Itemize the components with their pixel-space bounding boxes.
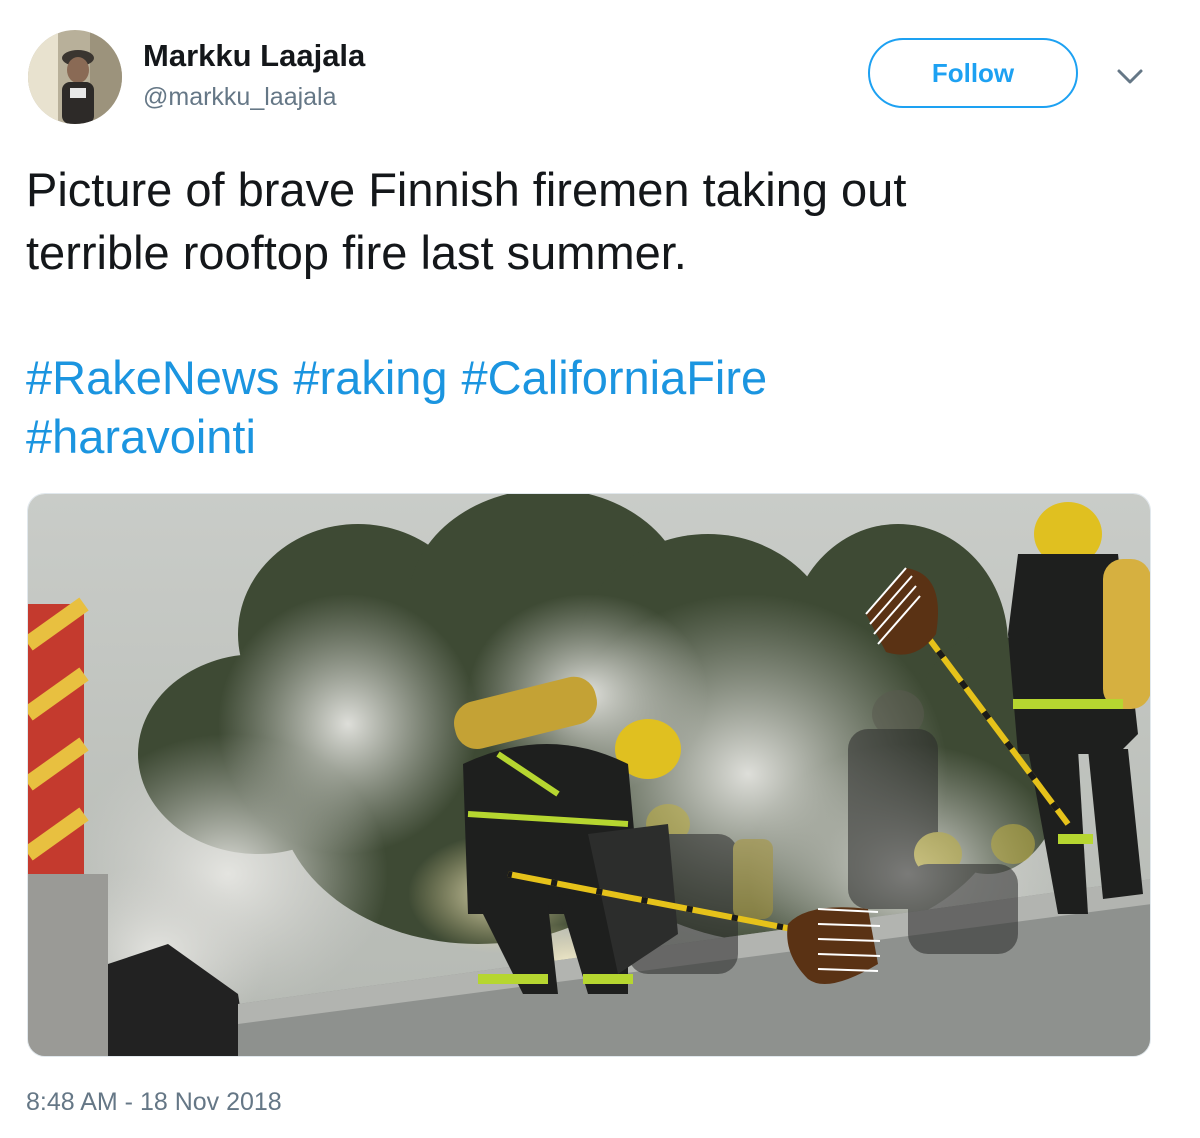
tweet-timestamp[interactable]: 8:48 AM - 18 Nov 2018	[26, 1088, 282, 1117]
tweet-text-line-1: Picture of brave Finnish firemen taking …	[26, 163, 907, 216]
author-handle[interactable]: @markku_laajala	[143, 83, 337, 112]
hashtag-rakenews[interactable]: #RakeNews	[26, 351, 279, 404]
follow-button[interactable]: Follow	[868, 38, 1078, 108]
hashtag-californiafire[interactable]: #CaliforniaFire	[462, 351, 768, 404]
tweet-text-line-2: terrible rooftop fire last summer.	[26, 226, 687, 279]
hashtag-raking[interactable]: #raking	[293, 351, 447, 404]
tweet-text: Picture of brave Finnish firemen taking …	[26, 158, 1146, 284]
author-name[interactable]: Markku Laajala	[143, 38, 365, 74]
avatar[interactable]	[28, 30, 122, 124]
hashtag-list: #RakeNews #raking #CaliforniaFire #haravoi…	[26, 348, 1146, 466]
tweet-photo[interactable]	[27, 493, 1151, 1057]
hashtag-haravointi[interactable]: #haravointi	[26, 410, 256, 463]
chevron-down-icon[interactable]	[1115, 66, 1145, 88]
